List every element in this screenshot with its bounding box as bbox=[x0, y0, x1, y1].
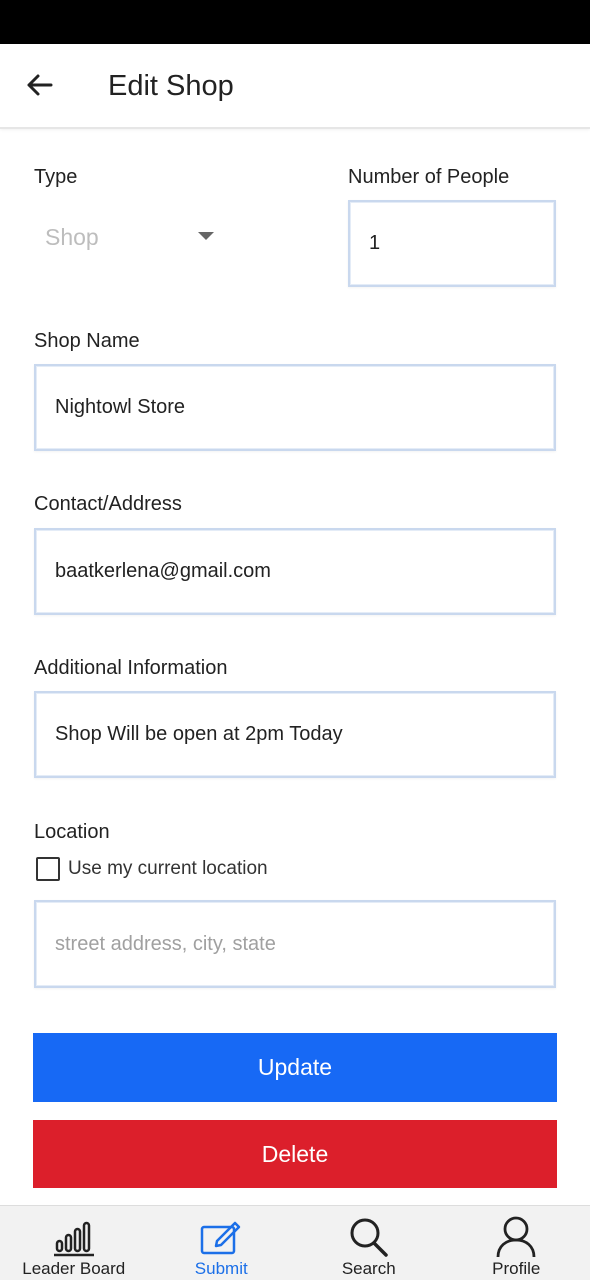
user-icon bbox=[492, 1216, 540, 1258]
status-bar bbox=[0, 0, 590, 44]
people-label: Number of People bbox=[348, 166, 510, 188]
edit-icon bbox=[197, 1216, 245, 1258]
use-location-checkbox[interactable] bbox=[36, 857, 60, 881]
bottom-nav: Leader Board Submit Search Profile bbox=[0, 1205, 590, 1280]
people-input[interactable]: 1 bbox=[348, 200, 556, 287]
bar-chart-icon bbox=[50, 1216, 98, 1258]
page-title: Edit Shop bbox=[108, 70, 234, 102]
address-input[interactable]: street address, city, state bbox=[34, 900, 556, 988]
nav-item-search[interactable]: Search bbox=[295, 1206, 443, 1280]
nav-item-submit[interactable]: Submit bbox=[148, 1206, 296, 1280]
nav-item-leader-board[interactable]: Leader Board bbox=[0, 1206, 148, 1280]
arrow-left-icon bbox=[25, 73, 53, 102]
nav-label: Search bbox=[341, 1259, 396, 1278]
contact-label: Contact/Address bbox=[34, 493, 182, 515]
back-button[interactable] bbox=[20, 68, 58, 106]
location-label: Location bbox=[34, 821, 110, 843]
app-bar: Edit Shop bbox=[0, 44, 590, 129]
nav-label: Profile bbox=[492, 1259, 541, 1278]
nav-label: Submit bbox=[194, 1259, 248, 1278]
use-location-row[interactable]: Use my current location bbox=[36, 856, 268, 882]
nav-item-profile[interactable]: Profile bbox=[443, 1206, 590, 1280]
shop-name-input[interactable]: Nightowl Store bbox=[34, 364, 556, 451]
info-label: Additional Information bbox=[34, 657, 228, 679]
contact-input[interactable]: baatkerlena@gmail.com bbox=[34, 528, 556, 615]
update-button[interactable]: Update bbox=[33, 1033, 557, 1102]
info-input[interactable]: Shop Will be open at 2pm Today bbox=[34, 691, 556, 778]
search-icon bbox=[345, 1216, 393, 1258]
type-select[interactable]: Shop bbox=[34, 210, 224, 264]
nav-label: Leader Board bbox=[22, 1259, 126, 1278]
type-select-value: Shop bbox=[45, 223, 99, 250]
use-location-label: Use my current location bbox=[68, 858, 268, 879]
shop-name-label: Shop Name bbox=[34, 330, 140, 352]
type-label: Type bbox=[34, 166, 78, 188]
delete-button[interactable]: Delete bbox=[33, 1120, 557, 1188]
caret-down-icon bbox=[198, 232, 214, 240]
